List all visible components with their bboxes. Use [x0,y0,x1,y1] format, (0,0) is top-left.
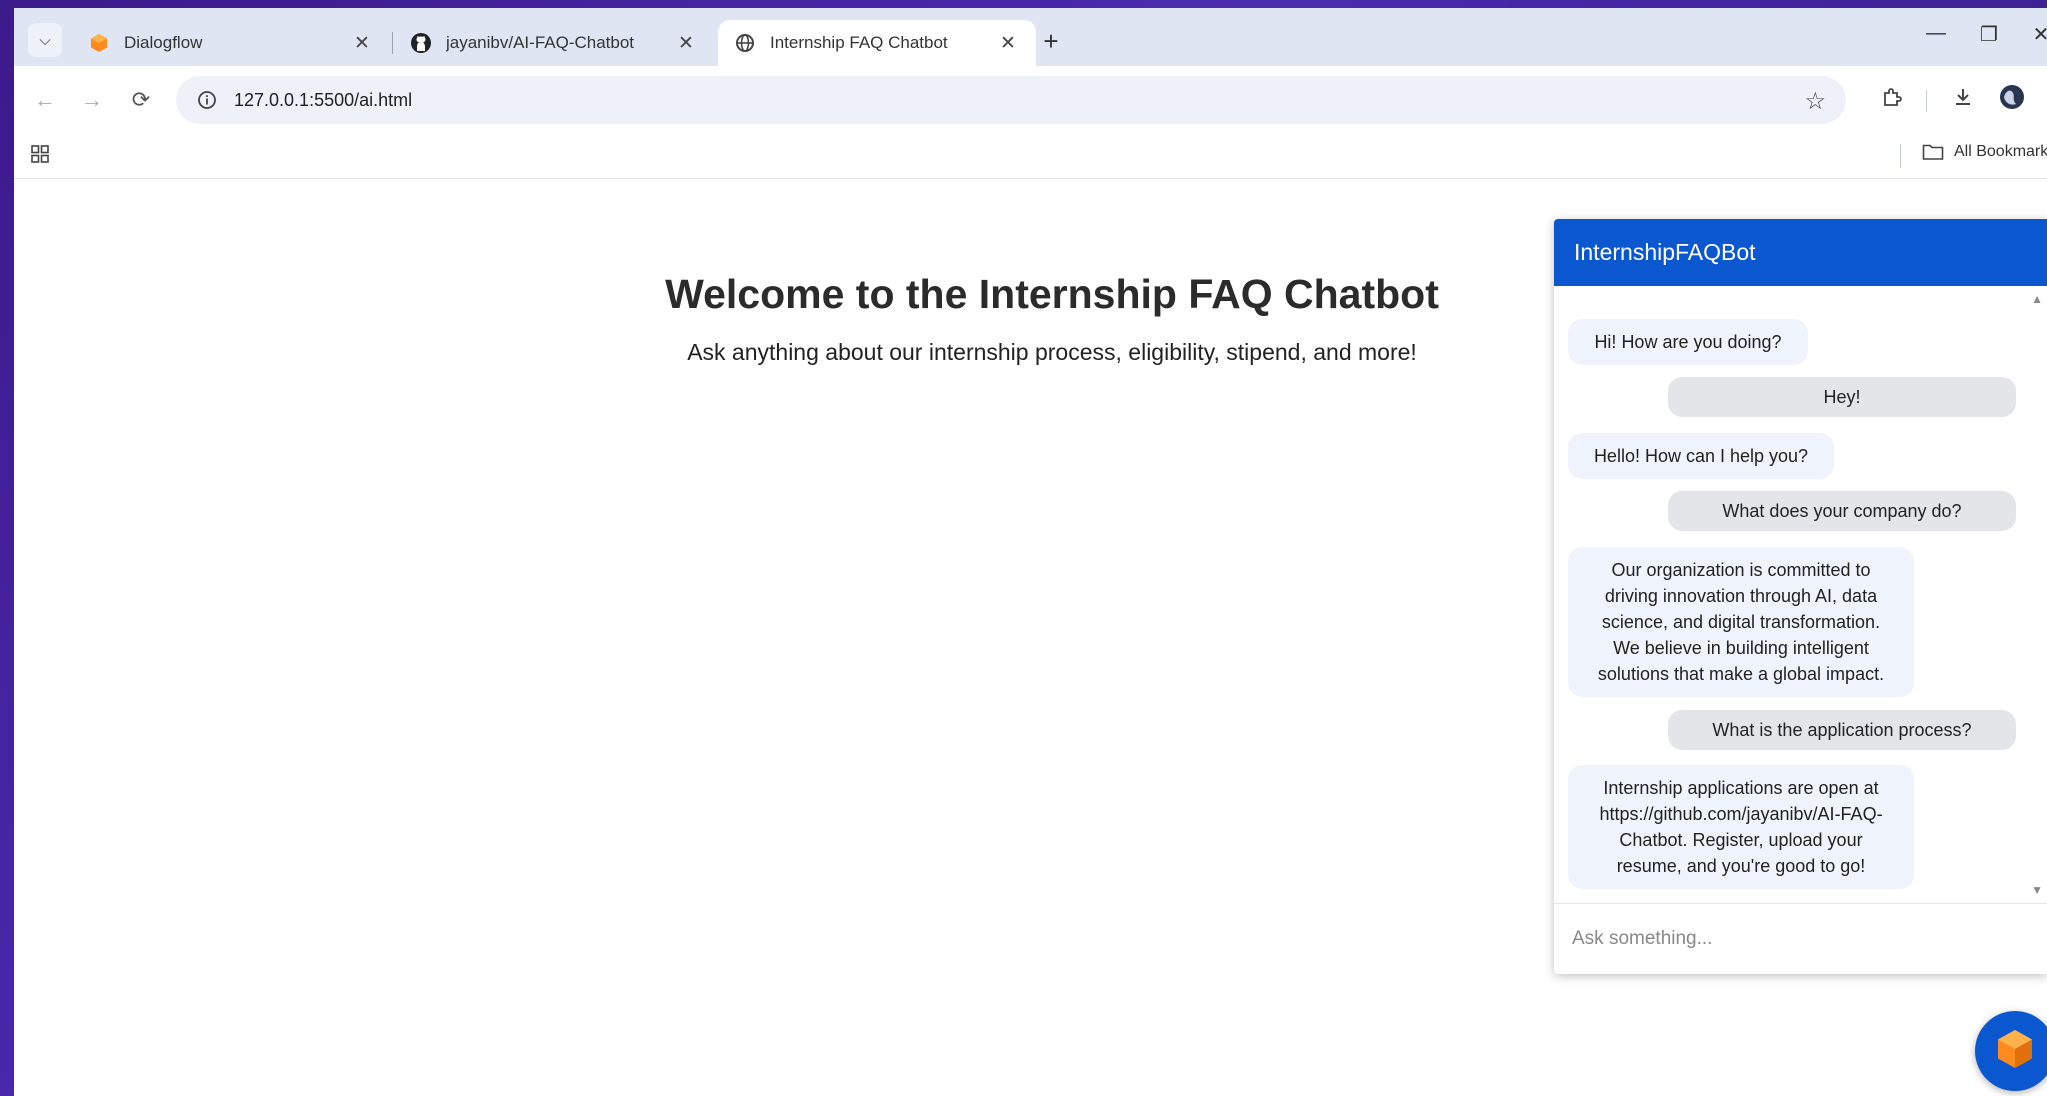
apps-grid-icon[interactable] [30,144,52,166]
tab-title: jayanibv/AI-FAQ-Chatbot [446,33,635,52]
minimize-icon: — [1926,22,1946,44]
tab-dialogflow[interactable]: Dialogflow ✕ [72,20,390,66]
browser-window: ⌵ Dialogflow ✕ jayanibv/AI-FAQ-Chatbot ✕… [14,8,2047,1096]
chat-title: InternshipFAQBot [1574,239,1756,265]
address-bar[interactable]: 127.0.0.1:5500/ai.html ☆ [176,76,1846,124]
user-message: What does your company do? [1668,491,2016,531]
bot-message: Our organization is committed to driving… [1568,547,1914,697]
tab-internship-faq[interactable]: Internship FAQ Chatbot ✕ [718,20,1036,66]
globe-icon [734,32,756,54]
close-icon[interactable]: ✕ [996,32,1020,55]
extensions-button[interactable] [1875,83,1909,117]
reload-icon: ⟳ [131,87,151,112]
browser-toolbar: ← → ⟳ 127.0.0.1:5500/ai.html ☆ ⋮ [14,66,2047,134]
close-window-button[interactable]: ✕ [2026,22,2047,47]
download-icon [1952,86,1974,114]
dialogflow-icon [88,32,110,54]
downloads-button[interactable] [1946,83,1980,117]
toolbar-divider [1926,90,1927,112]
back-button[interactable]: ← [28,83,62,117]
restore-button[interactable]: ❐ [1974,22,2004,47]
page-content: Welcome to the Internship FAQ Chatbot As… [14,179,2047,1096]
bot-message: Internship applications are open at http… [1568,765,1914,889]
plus-icon: + [1043,26,1059,56]
tab-github[interactable]: jayanibv/AI-FAQ-Chatbot ✕ [394,20,714,66]
extensions-icon [1881,86,1903,114]
chat-launcher-button[interactable] [1975,1011,2047,1091]
chat-messages[interactable]: Hi! How are you doing? Hey! Hello! How c… [1554,286,2047,903]
close-icon[interactable]: ✕ [674,32,698,55]
close-icon[interactable]: ✕ [350,32,374,55]
kebab-menu-icon: ⋮ [2040,87,2047,113]
info-icon[interactable] [196,89,218,111]
chat-input-area [1554,903,2047,975]
tab-strip: ⌵ Dialogflow ✕ jayanibv/AI-FAQ-Chatbot ✕… [14,8,2047,66]
bot-message: Hi! How are you doing? [1568,319,1808,365]
tab-title: Internship FAQ Chatbot [770,33,948,52]
profile-button[interactable] [1995,83,2029,117]
chat-header: InternshipFAQBot [1554,219,2047,286]
dialogflow-icon [1993,1027,2037,1076]
restore-icon: ❐ [1980,24,1998,46]
arrow-right-icon: → [81,87,103,112]
forward-button[interactable]: → [75,83,109,117]
all-bookmarks-button[interactable]: All Bookmarks [1922,143,2047,161]
bot-message: Hello! How can I help you? [1568,433,1834,479]
bookmarks-divider [1900,144,1901,168]
new-tab-button[interactable]: + [1036,26,1066,57]
tab-search-button[interactable]: ⌵ [28,23,62,57]
chat-input[interactable] [1554,904,2047,974]
bookmark-star-icon[interactable]: ☆ [1804,87,1826,116]
all-bookmarks-label: All Bookmarks [1954,143,2047,160]
arrow-left-icon: ← [34,87,56,112]
chevron-down-icon: ⌵ [39,31,51,49]
chat-scrollbar[interactable]: ▲ ▼ [2029,286,2047,903]
reload-button[interactable]: ⟳ [124,83,158,117]
url-text: 127.0.0.1:5500/ai.html [234,89,413,110]
tab-divider [392,32,393,54]
minimize-button[interactable]: — [1921,22,1951,45]
folder-icon [1922,143,1944,161]
github-icon [410,32,432,54]
scroll-up-icon[interactable]: ▲ [2031,292,2043,306]
bookmarks-bar: All Bookmarks [14,134,2047,179]
close-icon: ✕ [2032,24,2047,46]
scroll-down-icon[interactable]: ▼ [2031,883,2043,897]
chat-widget: InternshipFAQBot Hi! How are you doing? … [1554,219,2047,974]
avatar [1999,84,2025,116]
user-message: What is the application process? [1668,710,2016,750]
user-message: Hey! [1668,377,2016,417]
menu-button[interactable]: ⋮ [2034,83,2047,117]
tab-title: Dialogflow [124,33,203,52]
